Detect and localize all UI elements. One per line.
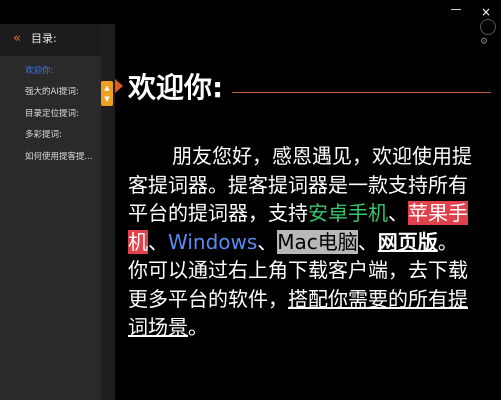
script-text: 朋友您好，感恩遇见，欢迎使用提客提词器。提客提词器是一款支持所有平台的提词器，支… — [128, 142, 476, 342]
section-heading: 欢迎你: — [128, 71, 224, 104]
minimize-icon — [451, 8, 461, 10]
text-mac: Mac电脑 — [277, 229, 358, 254]
toc-item-color[interactable]: 多彩提词: — [25, 130, 62, 141]
heading-divider — [232, 92, 491, 93]
text-windows: Windows — [168, 229, 258, 254]
toc-item-ai[interactable]: 强大的AI提词: — [25, 87, 79, 98]
toc-item-howto[interactable]: 如何使用提客提... — [25, 152, 93, 163]
text-web: 网页版 — [377, 229, 438, 254]
text-sep: 、 — [148, 229, 168, 254]
title-bar — [0, 0, 501, 24]
collapse-sidebar-icon[interactable]: « — [13, 32, 21, 46]
text-android: 安卓手机 — [308, 201, 388, 225]
close-icon: × — [480, 5, 492, 19]
toc-sidebar: « 目录: 欢迎你: 强大的AI提词: 目录定位提词: 多彩提词: 如何使用提客… — [0, 24, 101, 400]
sidebar-header: « 目录: — [0, 24, 101, 56]
scroll-control[interactable]: ▲ ▼ — [101, 81, 113, 106]
minimize-button[interactable] — [441, 0, 471, 24]
heading-arrow-icon — [115, 79, 123, 93]
text-end: 。 — [188, 315, 208, 339]
toc-item-welcome[interactable]: 欢迎你: — [25, 66, 53, 77]
text-sep: 、 — [357, 229, 378, 254]
toc-item-locate[interactable]: 目录定位提词: — [25, 109, 79, 120]
help-icon[interactable] — [480, 19, 496, 35]
text-sep: 、 — [388, 201, 408, 225]
settings-icon[interactable]: ⚙ — [480, 37, 494, 47]
scroll-down-icon[interactable]: ▼ — [101, 95, 113, 103]
scroll-up-icon[interactable]: ▲ — [101, 84, 113, 92]
text-sep: 、 — [257, 229, 278, 254]
sidebar-title: 目录: — [31, 32, 57, 45]
